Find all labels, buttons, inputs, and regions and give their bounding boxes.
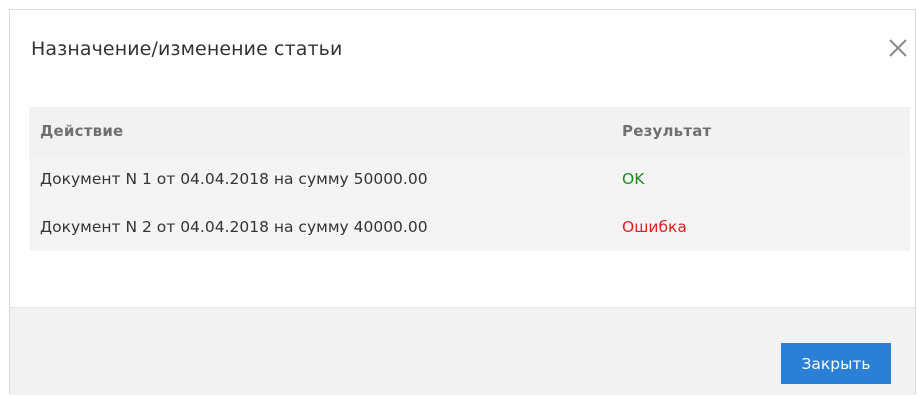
- column-header-result: Результат: [622, 122, 712, 140]
- dialog-title: Назначение/изменение статьи: [31, 38, 343, 60]
- table-header-row: Действие Результат: [29, 107, 910, 155]
- row-result-error: Ошибка: [622, 218, 687, 236]
- close-icon[interactable]: [887, 37, 909, 59]
- dialog: Назначение/изменение статьи Действие Рез…: [9, 9, 916, 395]
- table-row: Документ N 2 от 04.04.2018 на сумму 4000…: [29, 203, 910, 251]
- column-header-action: Действие: [40, 122, 124, 140]
- row-result-ok: OK: [622, 170, 645, 188]
- row-action-cell: Документ N 2 от 04.04.2018 на сумму 4000…: [40, 218, 428, 236]
- close-button[interactable]: Закрыть: [781, 343, 891, 384]
- results-table: Действие Результат Документ N 1 от 04.04…: [29, 107, 910, 251]
- table-row: Документ N 1 от 04.04.2018 на сумму 5000…: [29, 155, 910, 203]
- dialog-footer: Закрыть: [10, 307, 915, 395]
- row-action-cell: Документ N 1 от 04.04.2018 на сумму 5000…: [40, 170, 428, 188]
